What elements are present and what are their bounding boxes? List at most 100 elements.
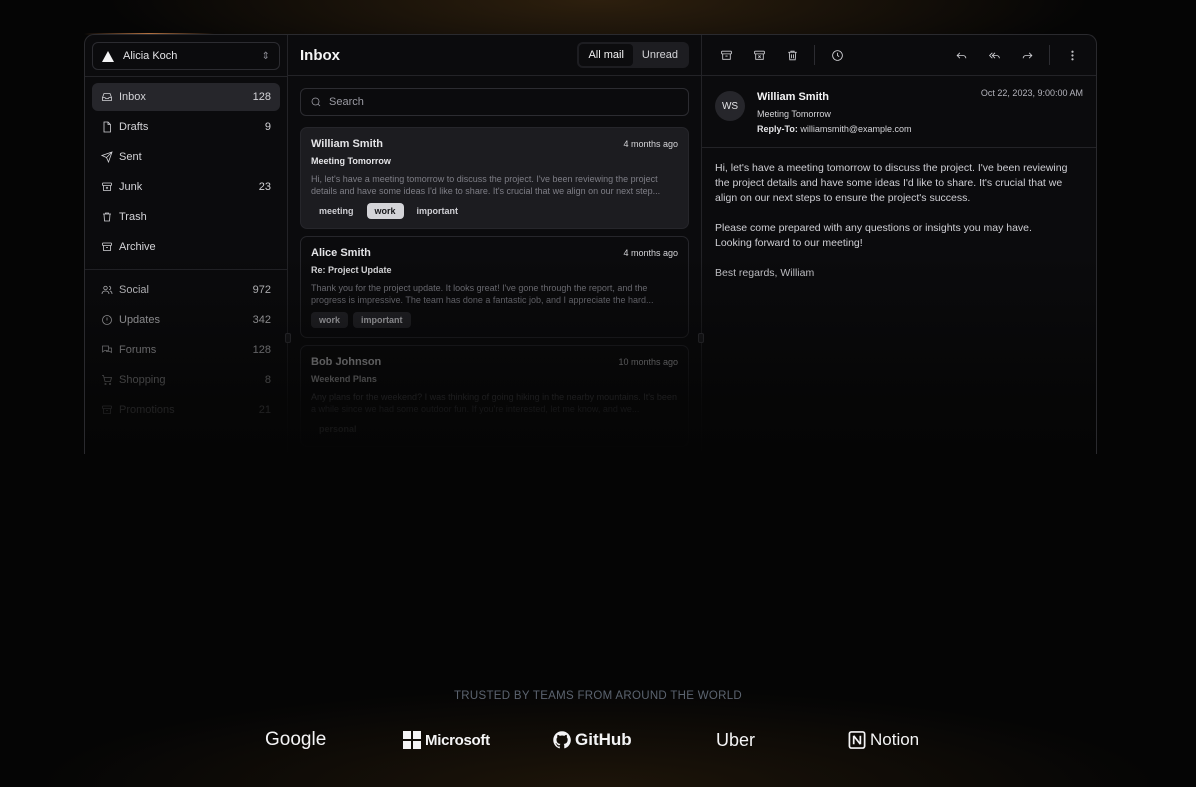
sidebar-item-archive[interactable]: Archive (92, 233, 280, 261)
tag-badge: meeting (319, 206, 354, 216)
reply-icon (956, 51, 966, 59)
reply-all-icon (988, 51, 1000, 59)
mail-time: 4 months ago (623, 139, 678, 149)
clock-icon (831, 49, 843, 61)
archive-icon (720, 50, 732, 60)
tag-badge: important (416, 206, 459, 216)
sidebar-item-junk[interactable]: Junk 23 (92, 173, 280, 201)
sidebar-item-label: Archive (119, 241, 156, 253)
snooze-button[interactable] (826, 44, 848, 66)
more-vertical-icon (1070, 50, 1074, 60)
resize-handle[interactable] (285, 333, 291, 343)
trash-icon (101, 211, 113, 223)
archive-button[interactable] (715, 44, 737, 66)
github-icon (553, 731, 571, 749)
mail-toolbar (702, 35, 1096, 76)
mail-subject: Meeting Tomorrow (311, 156, 391, 166)
cart-icon (101, 374, 113, 386)
mail-list-item[interactable]: Bob Johnson 10 months ago Weekend Plans Any… (300, 345, 689, 447)
sidebar-item-social[interactable]: Social 972 (92, 276, 280, 304)
vercel-logo-icon (102, 50, 114, 62)
sidebar-item-count: 128 (252, 91, 271, 103)
move-to-junk-button[interactable] (748, 44, 770, 66)
reply-to-label: Reply-To: (757, 124, 798, 134)
file-icon (101, 121, 113, 133)
sidebar-item-count: 9 (264, 121, 271, 133)
google-logo: Google (265, 726, 326, 754)
uber-wordmark: Uber (716, 729, 756, 750)
sidebar-item-sent[interactable]: Sent (92, 143, 280, 171)
notion-icon (848, 731, 866, 749)
sidebar-item-count: 8 (264, 374, 271, 386)
message-paragraph: Please come prepared with any questions … (715, 222, 1032, 249)
tab-all-mail[interactable]: All mail (579, 44, 633, 66)
notion-logo: Notion (848, 726, 919, 754)
archive-x-icon (753, 50, 765, 60)
sidebar-item-updates[interactable]: Updates 342 (92, 306, 280, 334)
mail-list-item[interactable]: William Smith 4 months ago Meeting Tomorro… (300, 127, 689, 229)
search-input[interactable]: Search (300, 88, 689, 116)
github-logo: GitHub (552, 726, 632, 754)
sidebar-item-label: Junk (119, 181, 143, 193)
mail-tags: meeting work important (311, 203, 678, 219)
reply-button[interactable] (950, 44, 972, 66)
mail-subject: Weekend Plans (311, 374, 377, 384)
archive-x-icon (101, 181, 113, 193)
mail-preview: Any plans for the weekend? I was thinkin… (311, 392, 677, 414)
logo-strip: Google Microsoft GitHub Uber Notion (0, 726, 1196, 756)
primary-nav: Inbox 128 Drafts 9 Sent Junk 23 Trash Archive (85, 77, 287, 269)
microsoft-logo: Microsoft (403, 726, 490, 754)
tag-badge: important (353, 312, 411, 328)
account-switcher[interactable]: Alicia Koch ⇕ (92, 42, 280, 70)
sidebar-item-count: 128 (252, 344, 271, 356)
message-paragraph: Best regards, William (715, 267, 815, 279)
users-icon (101, 284, 113, 296)
sidebar-item-label: Promotions (119, 404, 175, 416)
message-date: Oct 22, 2023, 9:00:00 AM (980, 88, 1083, 98)
message-meta: William Smith Meeting Tomorrow Reply-To:… (757, 88, 981, 147)
sidebar-item-forums[interactable]: Forums 128 (92, 336, 280, 364)
tag-badge: work (311, 312, 349, 328)
mail-preview: Thank you for the project update. It loo… (311, 283, 654, 305)
github-wordmark: GitHub (575, 730, 632, 749)
sidebar-item-shopping[interactable]: Shopping 8 (92, 366, 280, 394)
sidebar-item-count: 972 (252, 284, 271, 296)
reply-all-button[interactable] (983, 44, 1005, 66)
avatar: WS (715, 91, 745, 121)
mail-list-item[interactable]: Alice Smith 4 months ago Re: Project Updat… (300, 236, 689, 338)
sidebar-item-label: Drafts (119, 121, 149, 133)
sidebar-item-label: Forums (119, 344, 157, 356)
move-to-trash-button[interactable] (781, 44, 803, 66)
sidebar-item-label: Updates (119, 314, 160, 326)
resize-handle[interactable] (698, 333, 704, 343)
page-title: Inbox (300, 46, 340, 64)
send-icon (101, 151, 113, 163)
notion-wordmark: Notion (870, 730, 920, 749)
sidebar-item-drafts[interactable]: Drafts 9 (92, 113, 280, 141)
reply-to-address: williamsmith@example.com (800, 124, 912, 134)
microsoft-wordmark: Microsoft (425, 731, 490, 749)
reply-to: Reply-To: williamsmith@example.com (757, 124, 981, 134)
search-placeholder: Search (329, 96, 364, 108)
sidebar-item-promotions[interactable]: Promotions 21 (92, 396, 280, 424)
sidebar-item-count: 21 (258, 404, 271, 416)
message-subject: Meeting Tomorrow (757, 109, 831, 119)
forward-button[interactable] (1016, 44, 1038, 66)
forward-icon (1022, 51, 1032, 59)
account-name: Alicia Koch (123, 50, 178, 62)
sidebar-item-count: 23 (258, 181, 271, 193)
alert-circle-icon (101, 314, 113, 326)
sidebar-item-inbox[interactable]: Inbox 128 (92, 83, 280, 111)
uber-logo: Uber (716, 726, 755, 754)
tag-badge: work (366, 203, 404, 219)
sidebar-item-trash[interactable]: Trash (92, 203, 280, 231)
mail-list: William Smith 4 months ago Meeting Tomorro… (288, 116, 701, 447)
more-options-button[interactable] (1061, 44, 1083, 66)
archive-icon (101, 404, 113, 416)
sidebar-item-label: Inbox (119, 91, 146, 103)
tab-unread[interactable]: Unread (633, 44, 687, 66)
mail-sender: Alice Smith (311, 247, 371, 259)
messages-icon (101, 344, 113, 356)
message-header: WS William Smith Meeting Tomorrow Reply-… (702, 76, 1096, 148)
mail-filter-tabs: All mail Unread (577, 42, 689, 68)
